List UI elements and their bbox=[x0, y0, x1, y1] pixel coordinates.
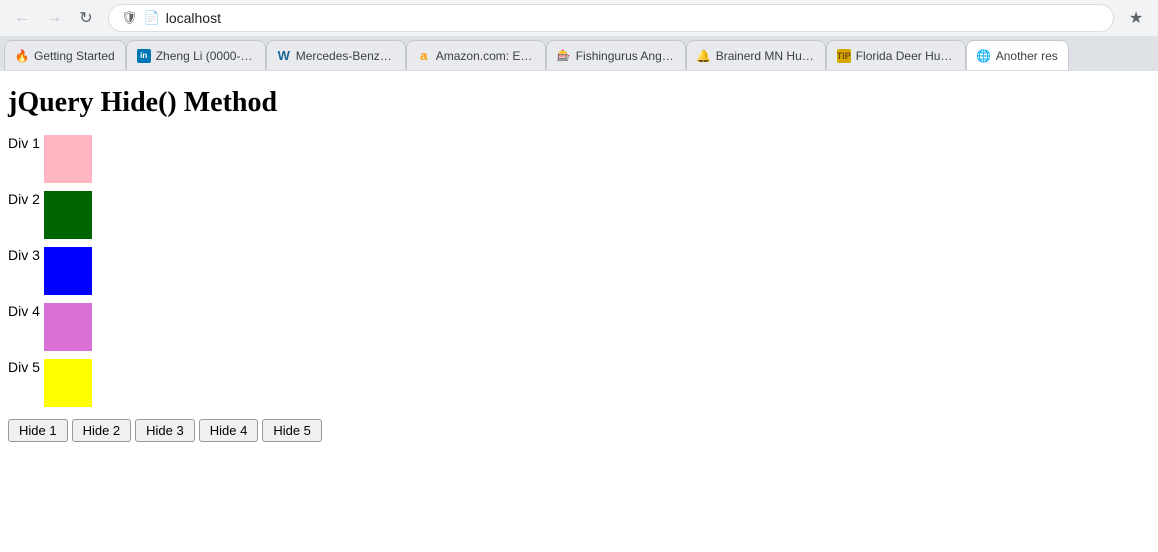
tab-label-tab-fishingurus: Fishingurus Angler's I... bbox=[576, 49, 675, 63]
security-icon: 🛡 bbox=[121, 10, 138, 26]
nav-buttons: ← → ↻ bbox=[8, 4, 100, 32]
back-button[interactable]: ← bbox=[8, 4, 36, 32]
div-row-2: Div 2 bbox=[8, 191, 1150, 239]
address-text: localhost bbox=[166, 10, 1101, 26]
hide-button-1[interactable]: Hide 1 bbox=[8, 419, 68, 442]
browser-toolbar: ← → ↻ 🛡 📄 localhost ★ bbox=[0, 0, 1158, 36]
browser-tab-tab-fishingurus[interactable]: 🎰 Fishingurus Angler's I... bbox=[546, 40, 686, 70]
div-label-3: Div 3 bbox=[8, 247, 40, 263]
tab-favicon-tab-florida: TIP bbox=[837, 49, 851, 63]
tab-label-tab-getting-started: Getting Started bbox=[34, 49, 115, 63]
tab-label-tab-florida: Florida Deer Hunting S... bbox=[856, 49, 955, 63]
page-icon: 📄 bbox=[144, 10, 160, 26]
tab-label-tab-zheng-li: Zheng Li (0000-0002-3... bbox=[156, 49, 255, 63]
div-label-4: Div 4 bbox=[8, 303, 40, 319]
page-title: jQuery Hide() Method bbox=[8, 87, 1150, 119]
tab-favicon-tab-brainerd: 🔔 bbox=[697, 49, 711, 63]
tab-favicon-tab-zheng-li: in bbox=[137, 49, 151, 63]
page-content: jQuery Hide() Method Div 1Div 2Div 3Div … bbox=[0, 71, 1158, 531]
browser-tab-tab-amazon[interactable]: a Amazon.com: ExpertP... bbox=[406, 40, 546, 70]
div-row-3: Div 3 bbox=[8, 247, 1150, 295]
div-row-5: Div 5 bbox=[8, 359, 1150, 407]
hide-button-3[interactable]: Hide 3 bbox=[135, 419, 195, 442]
buttons-row: Hide 1Hide 2Hide 3Hide 4Hide 5 bbox=[8, 419, 1150, 442]
tab-favicon-tab-another: 🌐 bbox=[977, 49, 991, 63]
tab-label-tab-amazon: Amazon.com: ExpertP... bbox=[436, 49, 535, 63]
hide-button-2[interactable]: Hide 2 bbox=[72, 419, 132, 442]
div-label-5: Div 5 bbox=[8, 359, 40, 375]
div-items-container: Div 1 Div 2 Div 3 Div 4 Div 5 bbox=[8, 135, 1150, 407]
colored-box-4 bbox=[44, 303, 92, 351]
tab-favicon-tab-getting-started: 🔥 bbox=[15, 49, 29, 63]
tab-label-tab-mercedes: Mercedes-Benz G-Clas... bbox=[296, 49, 395, 63]
tab-label-tab-another: Another res bbox=[996, 49, 1058, 63]
reload-button[interactable]: ↻ bbox=[72, 4, 100, 32]
tab-favicon-tab-fishingurus: 🎰 bbox=[557, 49, 571, 63]
browser-tab-tab-florida[interactable]: TIP Florida Deer Hunting S... bbox=[826, 40, 966, 70]
div-label-1: Div 1 bbox=[8, 135, 40, 151]
browser-tab-tab-zheng-li[interactable]: in Zheng Li (0000-0002-3... bbox=[126, 40, 266, 70]
browser-chrome: ← → ↻ 🛡 📄 localhost ★ 🔥 Getting Started in… bbox=[0, 0, 1158, 71]
colored-box-3 bbox=[44, 247, 92, 295]
tab-favicon-tab-amazon: a bbox=[417, 49, 431, 63]
tab-label-tab-brainerd: Brainerd MN Hunting ... bbox=[716, 49, 815, 63]
colored-box-2 bbox=[44, 191, 92, 239]
hide-button-5[interactable]: Hide 5 bbox=[262, 419, 322, 442]
colored-box-1 bbox=[44, 135, 92, 183]
address-bar[interactable]: 🛡 📄 localhost bbox=[108, 4, 1114, 32]
tab-favicon-tab-mercedes: W bbox=[277, 49, 291, 63]
tabs-bar: 🔥 Getting Started in Zheng Li (0000-0002-3.… bbox=[0, 36, 1158, 70]
forward-button[interactable]: → bbox=[40, 4, 68, 32]
browser-tab-tab-mercedes[interactable]: W Mercedes-Benz G-Clas... bbox=[266, 40, 406, 70]
browser-tab-tab-getting-started[interactable]: 🔥 Getting Started bbox=[4, 40, 126, 70]
hide-button-4[interactable]: Hide 4 bbox=[199, 419, 259, 442]
browser-tab-tab-brainerd[interactable]: 🔔 Brainerd MN Hunting ... bbox=[686, 40, 826, 70]
div-row-4: Div 4 bbox=[8, 303, 1150, 351]
browser-tab-tab-another[interactable]: 🌐 Another res bbox=[966, 40, 1069, 70]
colored-box-5 bbox=[44, 359, 92, 407]
div-label-2: Div 2 bbox=[8, 191, 40, 207]
div-row-1: Div 1 bbox=[8, 135, 1150, 183]
bookmark-button[interactable]: ★ bbox=[1122, 4, 1150, 32]
